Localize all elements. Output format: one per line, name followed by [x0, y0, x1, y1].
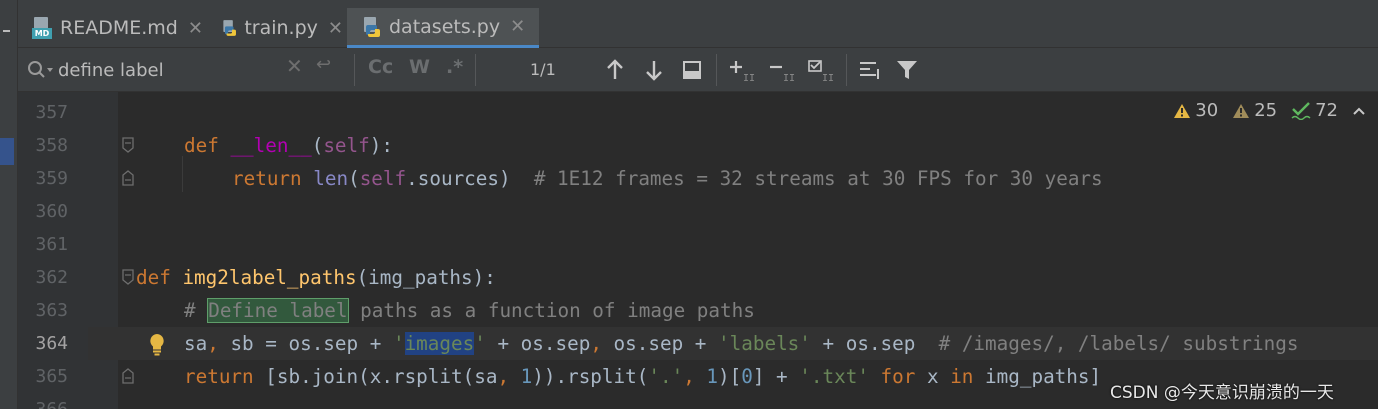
- lightbulb-icon[interactable]: [148, 332, 166, 356]
- line-number: 357: [35, 102, 68, 123]
- tab-label: datasets.py: [389, 15, 501, 38]
- inspection-widget[interactable]: 30 25 72: [1173, 100, 1366, 121]
- python-file-icon: [223, 20, 236, 36]
- code-editor[interactable]: 357 358 def __len__(self): 359 return le…: [18, 92, 1378, 409]
- warning-count[interactable]: 25: [1232, 100, 1277, 121]
- regex-toggle[interactable]: .*: [446, 56, 463, 78]
- close-icon[interactable]: ✕: [188, 18, 203, 39]
- svg-text:II: II: [783, 73, 795, 83]
- tab-label: README.md: [60, 17, 178, 39]
- tab-label: train.py: [244, 17, 318, 39]
- watermark: CSDN @今天意识崩溃的一天: [1110, 383, 1334, 403]
- previous-occurrence-icon[interactable]: [602, 57, 628, 83]
- code-line: 360: [18, 195, 1378, 228]
- close-icon[interactable]: ✕: [328, 18, 343, 39]
- fold-end-marker-icon[interactable]: [121, 169, 135, 187]
- line-number: 361: [35, 234, 68, 255]
- divider: [846, 54, 847, 86]
- editor-tab-bar: MD README.md ✕ train.py ✕ datasets.py ✕: [18, 0, 1378, 48]
- fold-marker-icon[interactable]: [121, 136, 135, 154]
- line-number: 366: [18, 393, 88, 409]
- code-text: # Define label paths as a function of im…: [184, 298, 755, 323]
- code-line: 359 return len(self.sources) # 1E12 fram…: [18, 162, 1378, 195]
- match-case-toggle[interactable]: Cc: [368, 56, 393, 78]
- python-file-icon: [364, 16, 380, 37]
- line-number: 363: [35, 300, 68, 321]
- line-number: 362: [35, 267, 68, 288]
- tab-readme[interactable]: MD README.md ✕: [28, 8, 203, 48]
- select-all-occurrences-icon[interactable]: II: [808, 57, 834, 83]
- error-count[interactable]: 30: [1173, 100, 1218, 121]
- svg-text:II: II: [822, 73, 834, 83]
- code-text: return [sb.join(x.rsplit(sa, 1)).rsplit(…: [184, 365, 1102, 388]
- add-occurrence-icon[interactable]: II: [729, 57, 755, 83]
- weak-warning-icon: [1233, 103, 1250, 118]
- find-bar: ✕ ↩ Cc W .* 1/1 II II II: [18, 48, 1378, 92]
- next-occurrence-icon[interactable]: [641, 57, 667, 83]
- code-line: 361: [18, 228, 1378, 261]
- line-number: 364: [18, 327, 88, 360]
- close-icon[interactable]: ✕: [510, 16, 525, 37]
- code-line: 362 def img2label_paths(img_paths):: [18, 261, 1378, 294]
- search-icon[interactable]: [26, 60, 54, 80]
- tab-datasets[interactable]: datasets.py ✕: [347, 8, 539, 48]
- code-text: return len(self.sources) # 1E12 frames =…: [232, 167, 1103, 190]
- line-number: 360: [35, 201, 68, 222]
- line-number: 358: [35, 135, 68, 156]
- words-toggle[interactable]: W: [409, 56, 430, 78]
- left-tool-strip: [0, 0, 18, 409]
- search-match-highlight: Define label: [207, 298, 349, 323]
- tab-train[interactable]: train.py ✕: [215, 8, 343, 48]
- code-line: 363 # Define label paths as a function o…: [18, 294, 1378, 327]
- typo-count[interactable]: 72: [1291, 100, 1338, 121]
- new-line-icon[interactable]: ↩: [316, 54, 331, 75]
- fold-end-marker-icon[interactable]: [121, 367, 135, 385]
- markdown-file-icon: MD: [32, 17, 52, 39]
- divider: [354, 54, 355, 86]
- search-input[interactable]: [58, 59, 278, 81]
- warning-count-value: 25: [1254, 100, 1278, 121]
- code-text: def __len__(self):: [184, 134, 393, 157]
- code-text: sa, sb = os.sep + 'images' + os.sep, os.…: [184, 332, 1299, 355]
- error-count-value: 30: [1195, 100, 1219, 121]
- filter-icon[interactable]: [894, 57, 920, 83]
- match-count: 1/1: [530, 60, 556, 79]
- code-line: 358 def __len__(self):: [18, 129, 1378, 162]
- fold-marker-icon[interactable]: [121, 268, 135, 286]
- show-filter-popup-icon[interactable]: [858, 57, 884, 83]
- chevron-up-icon[interactable]: [1352, 106, 1366, 116]
- line-number: 365: [35, 366, 68, 387]
- divider: [716, 54, 717, 86]
- current-code-line: 364 sa, sb = os.sep + 'images' + os.sep,…: [18, 327, 1378, 360]
- typo-count-value: 72: [1315, 100, 1338, 121]
- open-in-window-icon[interactable]: [679, 57, 705, 83]
- warning-triangle-icon: [1174, 103, 1191, 118]
- code-text: def img2label_paths(img_paths):: [136, 266, 496, 289]
- clear-search-icon[interactable]: ✕: [286, 54, 303, 78]
- line-number: 359: [35, 168, 68, 189]
- selection-marker: [0, 138, 14, 165]
- collapse-icon[interactable]: [3, 30, 10, 32]
- remove-occurrence-icon[interactable]: II: [769, 57, 795, 83]
- svg-text:II: II: [743, 73, 755, 83]
- divider: [475, 54, 476, 86]
- checkmark-icon: [1291, 101, 1311, 120]
